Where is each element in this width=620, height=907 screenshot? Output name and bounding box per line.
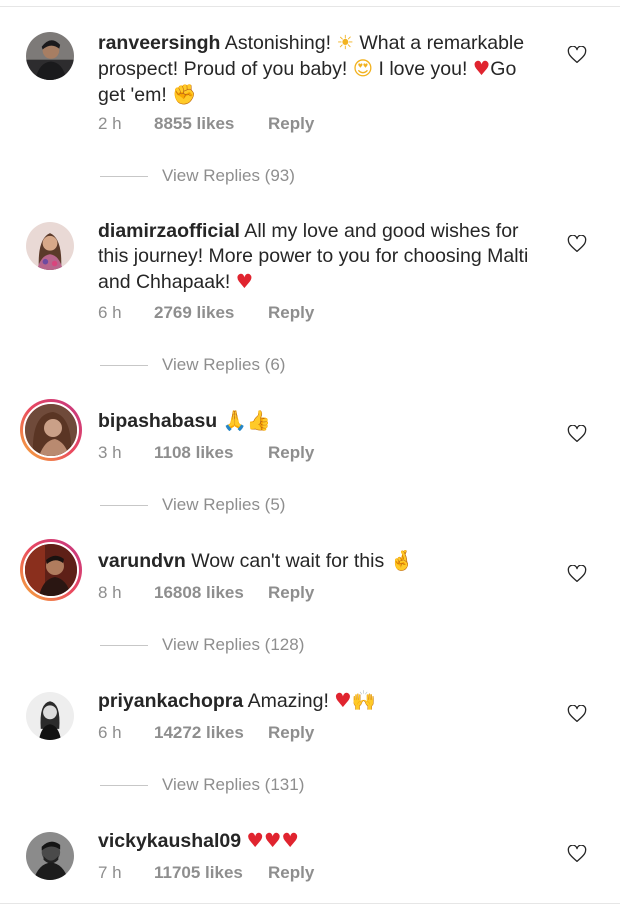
replies-divider bbox=[100, 645, 148, 647]
view-replies-button[interactable]: View Replies (128) bbox=[100, 635, 304, 655]
comment-meta: 7 h 11705 likes Reply bbox=[98, 863, 314, 883]
comment-timestamp: 6 h bbox=[98, 303, 122, 322]
comment-meta: 6 h 14272 likes Reply bbox=[98, 723, 314, 743]
heart-outline-icon[interactable] bbox=[567, 705, 587, 723]
comment-timestamp: 2 h bbox=[98, 114, 122, 133]
comment-username[interactable]: bipashabasu bbox=[98, 410, 217, 432]
heart-outline-icon[interactable] bbox=[567, 565, 587, 583]
emoji: ♥ bbox=[235, 270, 254, 293]
comment-text: diamirzaofficial All my love and good wi… bbox=[98, 219, 538, 295]
avatar[interactable] bbox=[20, 399, 82, 461]
emoji: ✊ bbox=[172, 83, 197, 106]
avatar[interactable] bbox=[24, 690, 76, 742]
emoji: 🙏 bbox=[222, 409, 247, 432]
emoji: ♥ bbox=[472, 57, 491, 80]
comment-text: bipashabasu 🙏👍 bbox=[98, 408, 538, 434]
replies-divider bbox=[100, 505, 148, 507]
comment-likes[interactable]: 16808 likes bbox=[154, 583, 268, 603]
emoji: ♥♥♥ bbox=[246, 829, 299, 852]
avatar[interactable] bbox=[24, 30, 76, 82]
heart-outline-icon[interactable] bbox=[567, 845, 587, 863]
comment-likes[interactable]: 14272 likes bbox=[154, 723, 268, 743]
comment-meta: 2 h 8855 likes Reply bbox=[98, 114, 314, 134]
comment-text: varundvn Wow can't wait for this 🤞 bbox=[98, 548, 538, 574]
reply-button[interactable]: Reply bbox=[268, 443, 314, 463]
emoji: 👍 bbox=[246, 409, 272, 432]
comment-likes[interactable]: 2769 likes bbox=[154, 303, 268, 323]
view-replies-label: View Replies (6) bbox=[162, 355, 286, 374]
view-replies-label: View Replies (131) bbox=[162, 775, 305, 794]
avatar[interactable] bbox=[24, 220, 76, 272]
comment-meta: 6 h 2769 likes Reply bbox=[98, 303, 314, 323]
replies-divider bbox=[100, 365, 148, 367]
comment-body: I love you! bbox=[373, 58, 473, 80]
bottom-divider bbox=[0, 903, 620, 904]
comment-text: ranveersingh Astonishing! ☀ What a remar… bbox=[98, 30, 538, 108]
comment-body: Amazing! bbox=[243, 690, 335, 712]
reply-button[interactable]: Reply bbox=[268, 114, 314, 134]
view-replies-button[interactable]: View Replies (131) bbox=[100, 775, 304, 795]
comment-timestamp: 8 h bbox=[98, 583, 122, 602]
view-replies-label: View Replies (128) bbox=[162, 635, 305, 654]
comment-username[interactable]: priyankachopra bbox=[98, 690, 243, 712]
emoji: 😍 bbox=[352, 57, 374, 80]
comment-username[interactable]: diamirzaofficial bbox=[98, 220, 240, 242]
avatar[interactable] bbox=[24, 830, 76, 882]
heart-outline-icon[interactable] bbox=[567, 425, 587, 443]
avatar[interactable] bbox=[20, 539, 82, 601]
comment-timestamp: 3 h bbox=[98, 443, 122, 462]
view-replies-button[interactable]: View Replies (93) bbox=[100, 166, 295, 186]
view-replies-button[interactable]: View Replies (6) bbox=[100, 355, 285, 375]
comment-text: vickykaushal09 ♥♥♥ bbox=[98, 828, 538, 854]
comment-likes[interactable]: 11705 likes bbox=[154, 863, 268, 883]
emoji: ☀ bbox=[336, 31, 354, 54]
emoji: ♥ bbox=[334, 689, 352, 712]
replies-divider bbox=[100, 176, 148, 178]
view-replies-label: View Replies (5) bbox=[162, 495, 286, 514]
reply-button[interactable]: Reply bbox=[268, 723, 314, 743]
comment-username[interactable]: varundvn bbox=[98, 550, 186, 572]
reply-button[interactable]: Reply bbox=[268, 583, 314, 603]
replies-divider bbox=[100, 785, 148, 787]
reply-button[interactable]: Reply bbox=[268, 303, 314, 323]
comment-text: priyankachopra Amazing! ♥🙌 bbox=[98, 688, 538, 714]
comment-likes[interactable]: 8855 likes bbox=[154, 114, 268, 134]
comment-likes[interactable]: 1108 likes bbox=[154, 443, 268, 463]
heart-outline-icon[interactable] bbox=[567, 46, 587, 64]
comment-body: Wow can't wait for this bbox=[185, 550, 390, 572]
emoji: 🙌 bbox=[351, 689, 377, 712]
comment-username[interactable]: ranveersingh bbox=[98, 32, 220, 54]
emoji: 🤞 bbox=[389, 549, 414, 572]
comment-body: Astonishing! bbox=[220, 32, 337, 54]
comment-meta: 8 h 16808 likes Reply bbox=[98, 583, 314, 603]
top-divider bbox=[0, 6, 620, 7]
comment-timestamp: 6 h bbox=[98, 723, 122, 742]
view-replies-button[interactable]: View Replies (5) bbox=[100, 495, 285, 515]
comment-username[interactable]: vickykaushal09 bbox=[98, 830, 241, 852]
reply-button[interactable]: Reply bbox=[268, 863, 314, 883]
view-replies-label: View Replies (93) bbox=[162, 166, 295, 185]
comment-meta: 3 h 1108 likes Reply bbox=[98, 443, 314, 463]
heart-outline-icon[interactable] bbox=[567, 235, 587, 253]
comment-timestamp: 7 h bbox=[98, 863, 122, 882]
